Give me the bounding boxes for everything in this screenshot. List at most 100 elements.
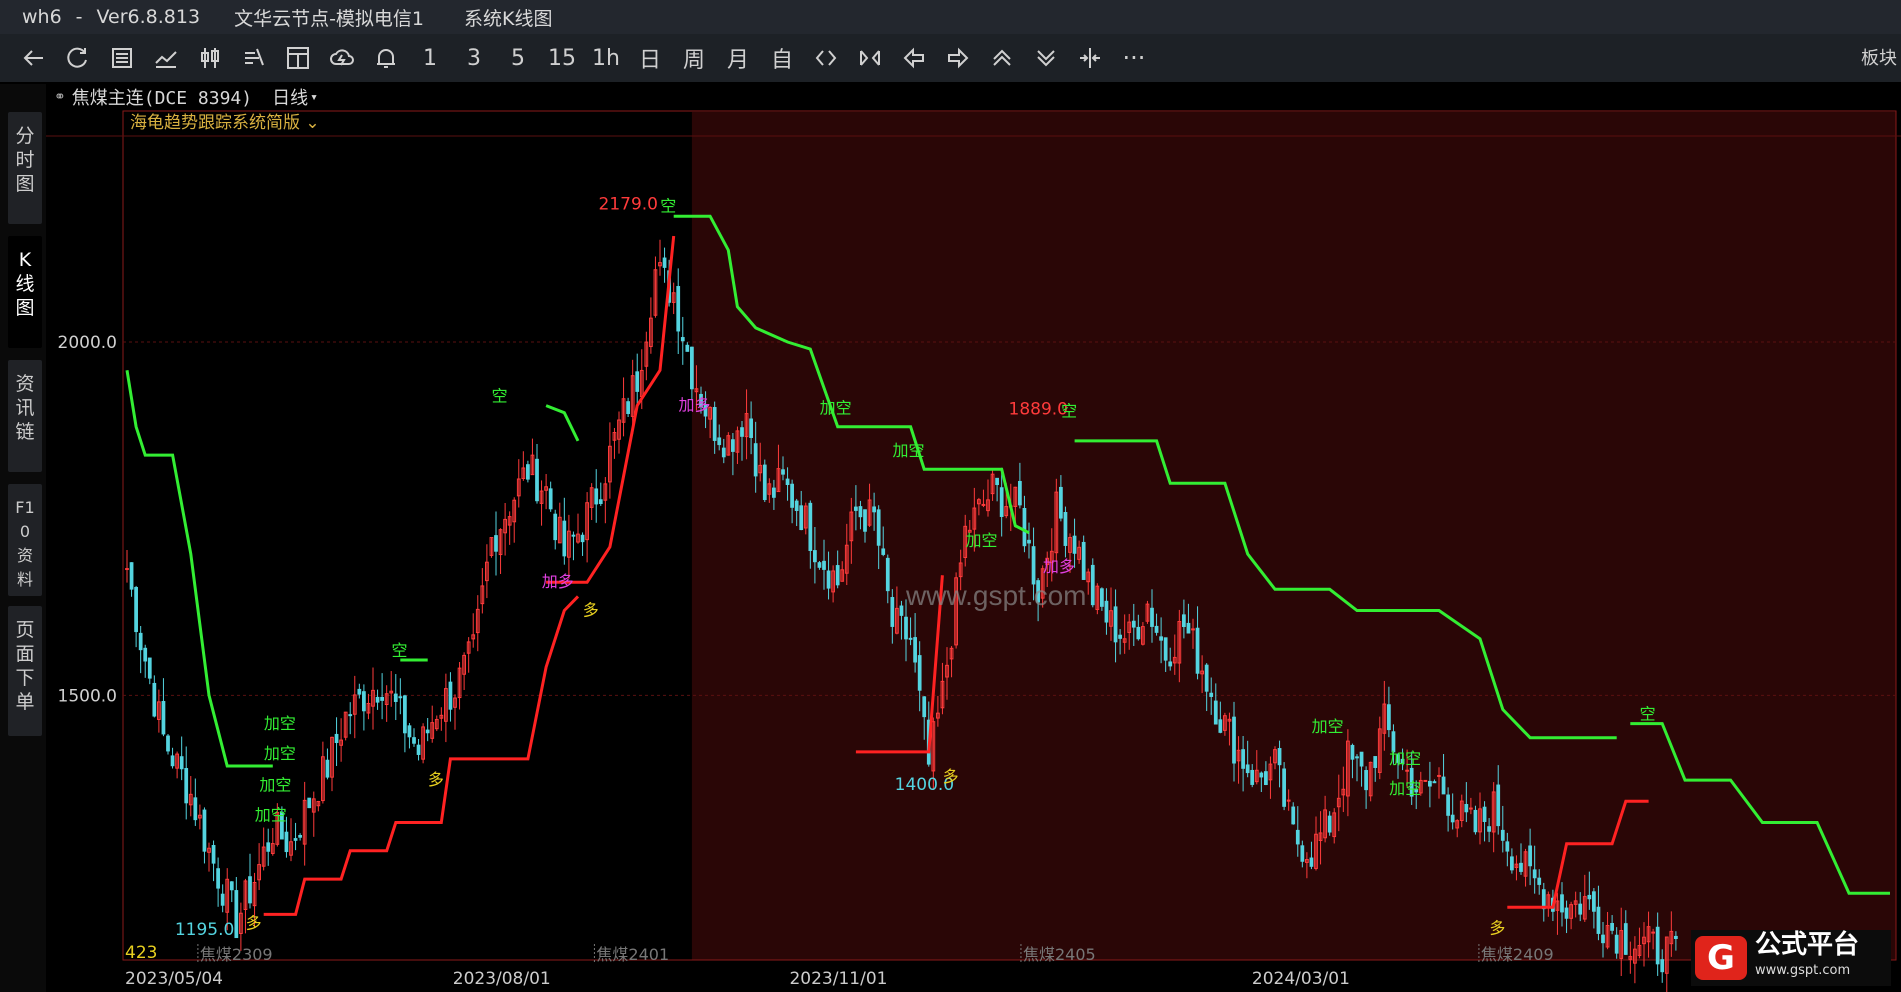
candle-body [899,605,904,616]
period-week-button[interactable]: 周 [672,36,716,80]
cloud-icon[interactable] [320,36,364,80]
candle-body [753,443,758,477]
x-tick-label: 2023/05/04 [125,969,223,989]
tab-f10-label: F10资料 [15,498,35,589]
more-icon[interactable]: ··· [1112,36,1156,80]
link-icon[interactable]: ⚭ [54,89,66,105]
sector-button[interactable]: 板块 [1861,44,1897,70]
logo-text: 公式平台 www.gspt.com [1755,930,1860,978]
tab-news-label: 资讯链 [15,373,35,443]
candle-body [1496,784,1501,827]
tab-news[interactable]: 资讯链 [8,360,42,472]
candle-body [1213,700,1218,725]
candle-body [216,868,220,889]
candle-body [690,346,694,390]
title-separator: - [75,6,83,28]
candle-body [794,500,799,511]
candle-body [1364,770,1368,791]
candle-body [1209,692,1214,697]
period-1h-button[interactable]: 1h [584,36,628,80]
signal-label: 空 [391,641,407,660]
candle-body [1204,664,1209,692]
left-sidebar: 分时图 K线图 资讯链 F10资料 页面下单 [0,84,46,992]
candle-body [1218,719,1223,733]
contract-name[interactable]: 焦煤主连(DCE 8394) [72,84,252,110]
candle-body [1601,934,1605,944]
watermark-text: www.gspt.com [906,580,1087,611]
candle-body [790,483,794,508]
candle-body [1473,809,1478,833]
tab-f10[interactable]: F10资料 [8,484,42,596]
period-custom-button[interactable]: 自 [760,36,804,80]
candle-body [562,520,567,557]
signal-label: 多 [1489,918,1505,937]
candle-body [147,657,152,679]
candle-body [184,768,189,804]
up-icon[interactable] [980,36,1024,80]
candle-body [1072,535,1077,554]
bell-icon[interactable] [364,36,408,80]
chevron-down-icon[interactable]: ▾ [310,90,318,105]
candle-body [904,616,908,640]
candle-body [749,418,753,438]
candle-body [1674,935,1678,939]
tab-timeshare[interactable]: 分时图 [8,112,42,224]
bar-count-label: 423 [125,943,157,963]
candle-body [1469,807,1473,810]
line-chart-icon[interactable] [144,36,188,80]
down-icon[interactable] [1024,36,1068,80]
split-icon[interactable] [1068,36,1112,80]
candle-body [234,890,239,939]
candle-body [1450,814,1455,823]
period-1-button[interactable]: 1 [408,36,452,80]
signal-label: 多 [246,913,262,932]
price-label: 1889.0 [1009,399,1068,419]
zoom-in-icon[interactable] [804,36,848,80]
candle-body [284,831,289,853]
tick-icon[interactable] [232,36,276,80]
signal-label: 加多 [678,396,710,415]
candle-body [1441,776,1446,795]
zoom-out-icon[interactable] [848,36,892,80]
candle-body [1118,634,1122,639]
period-5-button[interactable]: 5 [496,36,540,80]
candle-body [307,797,312,809]
signal-label: 加空 [1389,779,1421,798]
kline-chart-area[interactable]: 海龟趋势跟踪系统简版 ⌄ 1500.0 2000.0 2023/05/04 2023/0… [46,110,1901,992]
signal-label: 加空 [264,714,296,733]
candle-body [548,488,553,510]
candle-body [1282,768,1286,807]
candle-body [808,502,813,551]
period-3-button[interactable]: 3 [452,36,496,80]
tab-kline[interactable]: K线图 [8,236,42,348]
candle-body [248,876,252,904]
next-icon[interactable] [936,36,980,80]
window-icon[interactable] [276,36,320,80]
candle-body [1113,606,1118,643]
tab-timeshare-label: 分时图 [15,125,35,195]
candle-body [594,488,599,505]
prev-icon[interactable] [892,36,936,80]
kline-icon[interactable] [188,36,232,80]
tab-order[interactable]: 页面下单 [8,606,42,736]
refresh-icon[interactable] [56,36,100,80]
candle-body [1090,564,1095,606]
back-icon[interactable] [12,36,56,80]
period-15-button[interactable]: 15 [540,36,584,80]
candle-body [1387,704,1391,731]
period-month-button[interactable]: 月 [716,36,760,80]
period-select[interactable]: 日线 [272,84,308,110]
candle-body [416,744,421,755]
kline-chart[interactable]: 海龟趋势跟踪系统简版 ⌄ 1500.0 2000.0 2023/05/04 2023/0… [46,110,1901,992]
list-icon[interactable] [100,36,144,80]
candle-body [1150,607,1154,627]
server-node[interactable]: 文华云节点-模拟电信1 [234,4,424,31]
candle-body [740,427,744,437]
period-day-button[interactable]: 日 [628,36,672,80]
signal-label: 加多 [1043,557,1075,576]
candle-body [403,695,407,734]
logo-mark-icon: G [1695,936,1747,980]
candle-body [1081,541,1086,580]
app-name: wh6 [22,6,62,28]
candle-body [357,688,362,695]
